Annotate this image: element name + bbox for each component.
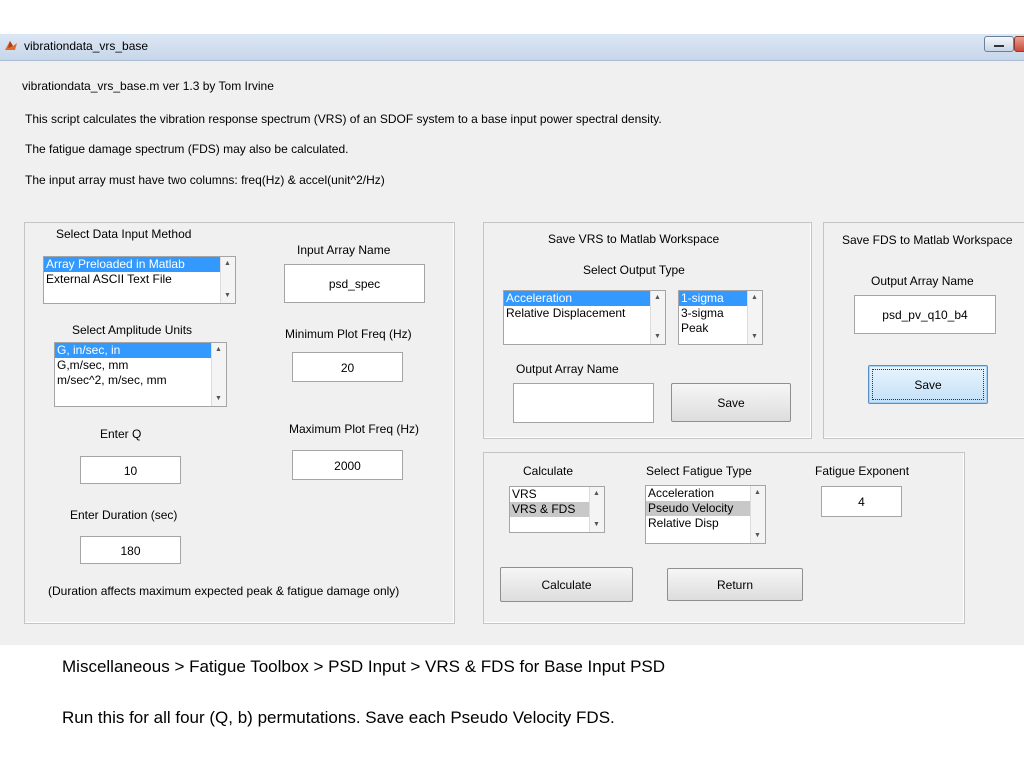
fatigue-exponent-field[interactable]: 4 [821, 486, 902, 517]
scrollbar[interactable]: ▲ ▼ [650, 291, 665, 344]
instruction-note: Run this for all four (Q, b) permutation… [62, 708, 615, 727]
matlab-icon [5, 41, 17, 50]
scroll-down-icon[interactable]: ▼ [215, 395, 222, 403]
output-type-label: Select Output Type [583, 263, 685, 277]
return-button[interactable]: Return [667, 568, 803, 601]
fatigue-exponent-label: Fatigue Exponent [815, 464, 910, 478]
calculate-listbox[interactable]: VRS VRS & FDS ▲ ▼ [509, 486, 605, 533]
list-item[interactable]: G,m/sec, mm [55, 358, 226, 373]
output-type-listbox[interactable]: Acceleration Relative Displacement ▲ ▼ [503, 290, 666, 345]
vrs-output-name-label: Output Array Name [516, 362, 619, 376]
scroll-down-icon[interactable]: ▼ [224, 292, 231, 300]
title-bar[interactable] [0, 34, 1024, 61]
min-plot-freq-label: Minimum Plot Freq (Hz) [285, 327, 412, 341]
fds-output-name-field[interactable]: psd_pv_q10_b4 [854, 295, 996, 334]
scroll-up-icon[interactable]: ▲ [754, 489, 761, 497]
list-item[interactable]: G, in/sec, in [55, 343, 226, 358]
list-item[interactable]: Pseudo Velocity [646, 501, 765, 516]
scroll-up-icon[interactable]: ▲ [593, 490, 600, 498]
scroll-up-icon[interactable]: ▲ [654, 294, 661, 302]
scrollbar[interactable]: ▲ ▼ [747, 291, 762, 344]
list-item[interactable]: m/sec^2, m/sec, mm [55, 373, 226, 388]
duration-label: Enter Duration (sec) [70, 508, 178, 522]
max-plot-freq-field[interactable]: 2000 [292, 450, 403, 480]
list-item[interactable]: Acceleration [504, 291, 665, 306]
scrollbar[interactable]: ▲ ▼ [589, 487, 604, 532]
list-item[interactable]: External ASCII Text File [44, 272, 235, 287]
scroll-up-icon[interactable]: ▲ [215, 346, 222, 354]
minimize-button[interactable] [984, 36, 1014, 52]
duration-note: (Duration affects maximum expected peak … [48, 584, 400, 598]
save-fds-button[interactable]: Save [868, 365, 988, 404]
max-plot-freq-label: Maximum Plot Freq (Hz) [289, 422, 420, 436]
q-field[interactable]: 10 [80, 456, 181, 484]
save-fds-title: Save FDS to Matlab Workspace [842, 233, 1013, 247]
calculate-button[interactable]: Calculate [500, 567, 633, 602]
description-input: The input array must have two columns: f… [25, 173, 385, 187]
duration-field[interactable]: 180 [80, 536, 181, 564]
calculate-label: Calculate [523, 464, 574, 478]
scroll-down-icon[interactable]: ▼ [654, 333, 661, 341]
list-item[interactable]: Relative Displacement [504, 306, 665, 321]
toolbox-path-note: Miscellaneous > Fatigue Toolbox > PSD In… [62, 657, 666, 676]
enter-q-label: Enter Q [100, 427, 142, 441]
description-vrs: This script calculates the vibration res… [25, 112, 662, 126]
input-array-name-field[interactable]: psd_spec [284, 264, 425, 303]
input-method-label: Select Data Input Method [56, 227, 192, 241]
scroll-up-icon[interactable]: ▲ [224, 260, 231, 268]
input-array-name-label: Input Array Name [297, 243, 391, 257]
save-vrs-button[interactable]: Save [671, 383, 791, 422]
amplitude-units-listbox[interactable]: G, in/sec, in G,m/sec, mm m/sec^2, m/sec… [54, 342, 227, 407]
scroll-up-icon[interactable]: ▲ [751, 294, 758, 302]
close-button[interactable] [1014, 36, 1024, 52]
scroll-down-icon[interactable]: ▼ [751, 333, 758, 341]
version-line: vibrationdata_vrs_base.m ver 1.3 by Tom … [22, 79, 274, 93]
fatigue-type-label: Select Fatigue Type [646, 464, 752, 478]
list-item[interactable]: Relative Disp [646, 516, 765, 531]
input-method-listbox[interactable]: Array Preloaded in Matlab External ASCII… [43, 256, 236, 304]
scrollbar[interactable]: ▲ ▼ [211, 343, 226, 406]
sigma-listbox[interactable]: 1-sigma 3-sigma Peak ▲ ▼ [678, 290, 763, 345]
list-item[interactable]: Acceleration [646, 486, 765, 501]
list-item[interactable]: Array Preloaded in Matlab [44, 257, 235, 272]
scroll-down-icon[interactable]: ▼ [754, 532, 761, 540]
min-plot-freq-field[interactable]: 20 [292, 352, 403, 382]
fds-output-name-label: Output Array Name [871, 274, 974, 288]
description-fds: The fatigue damage spectrum (FDS) may al… [25, 142, 349, 156]
fatigue-type-listbox[interactable]: Acceleration Pseudo Velocity Relative Di… [645, 485, 766, 544]
scroll-down-icon[interactable]: ▼ [593, 521, 600, 529]
save-vrs-title: Save VRS to Matlab Workspace [548, 232, 720, 246]
scrollbar[interactable]: ▲ ▼ [220, 257, 235, 303]
amplitude-units-label: Select Amplitude Units [72, 323, 193, 337]
vrs-output-name-field[interactable] [513, 383, 654, 423]
window-title: vibrationdata_vrs_base [24, 39, 149, 53]
scrollbar[interactable]: ▲ ▼ [750, 486, 765, 543]
